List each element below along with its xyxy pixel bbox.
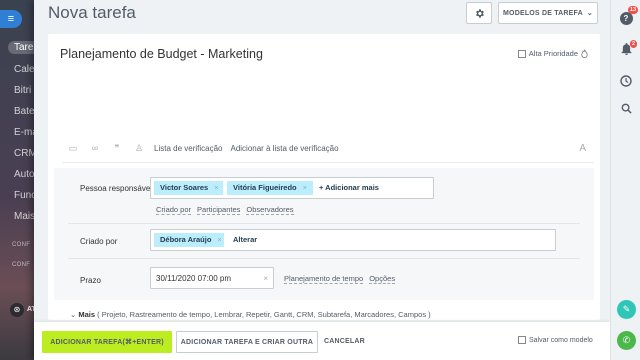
responsible-name: Victor Soares xyxy=(160,183,209,192)
task-form-card: Planejamento de Budget - Marketing Alta … xyxy=(48,34,600,320)
checklist-button[interactable]: Lista de verificação xyxy=(154,144,222,153)
priority-label: Alta Prioridade xyxy=(528,49,578,58)
cancel-button[interactable]: CANCELAR xyxy=(324,331,365,353)
quote-icon[interactable]: ❞ xyxy=(110,143,124,154)
role-links: Criado por Participantes Observadores xyxy=(156,205,294,215)
templates-label: MODELOS DE TAREFA xyxy=(503,9,583,17)
help-badge: 13 xyxy=(628,6,639,14)
chevron-down-icon: ⌄ xyxy=(70,310,77,319)
responsible-field[interactable]: Victor Soares × Vitória Figueiredo × + Adi… xyxy=(150,177,434,199)
task-templates-button[interactable]: MODELOS DE TAREFA ⌄ xyxy=(498,2,598,24)
divider xyxy=(62,162,594,163)
participants-link[interactable]: Participantes xyxy=(197,205,241,215)
deadline-field[interactable]: 30/11/2020 07:00 pm × xyxy=(150,267,274,289)
add-task-and-create-another-button[interactable]: ADICIONAR TAREFA E CRIAR OUTRA xyxy=(176,331,318,353)
options-link[interactable]: Opções xyxy=(369,274,396,284)
clock-icon xyxy=(620,75,632,87)
page-title: Nova tarefa xyxy=(48,3,136,22)
high-priority-toggle[interactable]: Alta Prioridade xyxy=(517,49,588,58)
sidebar-item-calendar[interactable]: Cale xyxy=(14,64,35,75)
time-planning-link[interactable]: Planejamento de tempo xyxy=(284,274,364,284)
created-by-label: Criado por xyxy=(80,237,118,246)
field-divider xyxy=(68,258,580,259)
deadline-value: 30/11/2020 07:00 pm xyxy=(156,274,232,283)
save-template-checkbox[interactable] xyxy=(518,336,526,344)
sidebar-conf-label: CONF xyxy=(12,242,31,248)
action-bar: ADICIONAR TAREFA(⌘+ENTER) ADICIONAR TARE… xyxy=(34,322,610,360)
user-avatar-icon[interactable]: ⊛ xyxy=(10,303,24,317)
notifications-badge: 2 xyxy=(630,40,638,48)
priority-checkbox[interactable] xyxy=(517,49,526,58)
menu-icon[interactable]: ≡ xyxy=(0,10,22,28)
add-to-checklist-button[interactable]: Adicionar à lista de verificação xyxy=(230,144,338,153)
add-task-button[interactable]: ADICIONAR TAREFA(⌘+ENTER) xyxy=(42,331,172,353)
more-label: Mais xyxy=(78,310,96,319)
task-fields: Pessoa responsável Victor Soares × Vitóri… xyxy=(54,168,594,300)
sidebar-item-chat[interactable]: Bate xyxy=(14,106,35,117)
attach-file-icon[interactable]: ▭ xyxy=(66,143,80,154)
sidebar-item-automation[interactable]: Auto xyxy=(14,169,35,180)
flame-icon xyxy=(581,49,588,58)
created-by-field[interactable]: Débora Araújo × Alterar xyxy=(150,229,556,251)
sidebar-item-bitrix[interactable]: Bitri xyxy=(14,85,31,96)
remove-tag-icon[interactable]: × xyxy=(217,235,221,244)
settings-button[interactable] xyxy=(466,2,492,24)
text-format-icon[interactable]: A xyxy=(579,143,586,154)
clear-date-icon[interactable]: × xyxy=(263,274,268,283)
sidebar-item-functions[interactable]: Func xyxy=(14,190,36,201)
save-template-label: Salvar como modelo xyxy=(529,336,593,344)
sidebar-item-more[interactable]: Mais xyxy=(14,211,35,222)
deadline-label: Prazo xyxy=(80,276,101,285)
remove-tag-icon[interactable]: × xyxy=(303,183,307,192)
change-creator-link[interactable]: Alterar xyxy=(233,233,257,247)
save-as-template-toggle[interactable]: Salvar como modelo xyxy=(518,336,593,344)
created-by-link[interactable]: Criado por xyxy=(156,205,192,215)
creator-tag: Débora Araújo × xyxy=(154,233,224,247)
editor-toolbar: ▭ ∞ ❞ ♙ Lista de verificação Adicionar à… xyxy=(66,140,586,156)
add-more-link[interactable]: + Adicionar mais xyxy=(319,181,379,195)
responsible-label: Pessoa responsável xyxy=(80,184,153,193)
task-slider: Nova tarefa MODELOS DE TAREFA ⌄ Planejam… xyxy=(34,0,610,360)
mention-icon[interactable]: ♙ xyxy=(132,143,146,154)
responsible-tag: Victor Soares × xyxy=(154,181,223,195)
link-icon[interactable]: ∞ xyxy=(88,143,102,153)
activity-button[interactable] xyxy=(618,73,634,89)
search-icon xyxy=(621,103,632,114)
responsible-tag: Vitória Figueiredo × xyxy=(227,181,313,195)
remove-tag-icon[interactable]: × xyxy=(214,183,218,192)
chevron-down-icon: ⌄ xyxy=(586,10,593,17)
more-options-row[interactable]: ⌄ Mais ( Projeto, Rastreamento de tempo,… xyxy=(70,310,431,319)
field-divider xyxy=(68,223,580,224)
creator-name: Débora Araújo xyxy=(160,235,212,244)
responsible-name: Vitória Figueiredo xyxy=(233,183,297,192)
search-button[interactable] xyxy=(618,100,634,116)
observers-link[interactable]: Observadores xyxy=(246,205,294,215)
more-items: ( Projeto, Rastreamento de tempo, Lembra… xyxy=(97,310,431,319)
task-title-input[interactable]: Planejamento de Budget - Marketing xyxy=(60,47,263,61)
open-chat-icon[interactable]: ✎ xyxy=(617,300,636,319)
phone-icon[interactable]: ✆ xyxy=(617,331,636,350)
gear-icon xyxy=(475,8,484,18)
sidebar-conf-label: CONF xyxy=(12,262,31,268)
deadline-links: Planejamento de tempo Opções xyxy=(284,274,396,284)
right-sidebar: ? 13 2 ✎ ✆ xyxy=(610,0,640,360)
